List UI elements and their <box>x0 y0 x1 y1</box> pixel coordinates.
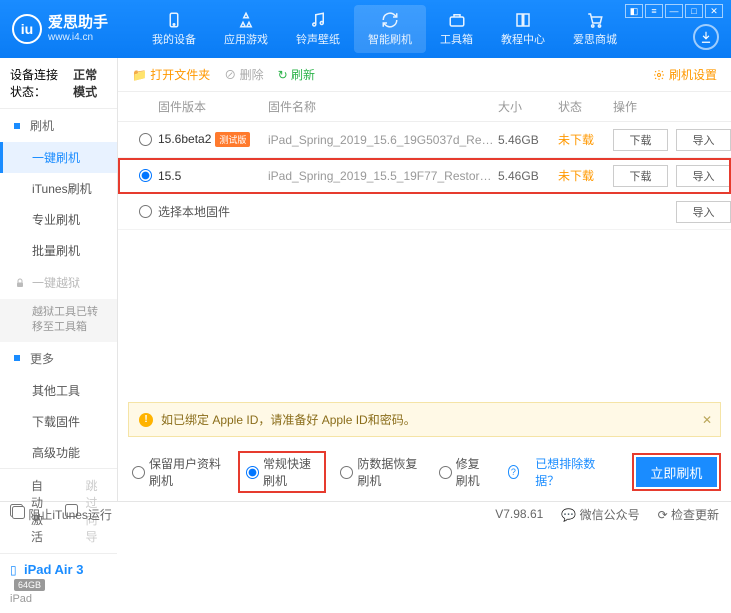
version-label: V7.98.61 <box>495 507 543 521</box>
block-itunes-option[interactable]: 阻止iTunes运行 <box>12 506 112 523</box>
sidebar-item-other-tools[interactable]: 其他工具 <box>0 375 117 406</box>
flash-settings-link[interactable]: 刷机设置 <box>653 66 717 83</box>
exclude-data-link[interactable]: 已想排除数据？ <box>535 455 603 489</box>
cart-icon <box>586 11 604 29</box>
square-icon <box>14 355 20 361</box>
opt-anti-recovery[interactable]: 防数据恢复刷机 <box>340 455 422 489</box>
jailbreak-moved-note: 越狱工具已转移至工具箱 <box>0 299 117 342</box>
block-itunes-checkbox[interactable] <box>12 506 25 519</box>
win-max[interactable]: □ <box>685 4 703 18</box>
table-header: 固件版本 固件名称 大小 状态 操作 <box>118 92 731 122</box>
nav-store[interactable]: 爱思商城 <box>559 5 631 53</box>
sidebar-item-itunes-flash[interactable]: iTunes刷机 <box>0 173 117 204</box>
import-button[interactable]: 导入 <box>676 129 731 151</box>
firmware-radio[interactable] <box>139 169 152 182</box>
win-skin[interactable]: ◧ <box>625 4 643 18</box>
titlebar: iu 爱思助手 www.i4.cn 我的设备 应用游戏 铃声壁纸 智能刷机 工具… <box>0 0 731 58</box>
sidebar-item-download-firmware[interactable]: 下载固件 <box>0 406 117 437</box>
gear-icon <box>653 69 665 81</box>
download-manager-button[interactable] <box>693 24 719 50</box>
beta-badge: 测试版 <box>215 132 250 147</box>
sidebar-item-oneclick-flash[interactable]: 一键刷机 <box>0 142 117 173</box>
refresh-icon <box>381 11 399 29</box>
firmware-row-selected[interactable]: 15.5 iPad_Spring_2019_15.5_19F77_Restore… <box>118 158 731 194</box>
tablet-icon: ▯ <box>10 563 17 577</box>
check-update-link[interactable]: ⟳ 检查更新 <box>658 506 719 523</box>
logo-icon: iu <box>12 14 42 44</box>
nav-tutorials[interactable]: 教程中心 <box>487 5 559 53</box>
delete-link[interactable]: ⊘ 删除 <box>224 66 263 83</box>
firmware-radio[interactable] <box>139 133 152 146</box>
opt-keep-data[interactable]: 保留用户资料刷机 <box>132 455 224 489</box>
apple-id-alert: ! 如已绑定 Apple ID，请准备好 Apple ID和密码。 ✕ <box>128 402 721 437</box>
warning-icon: ! <box>139 413 153 427</box>
nav-my-device[interactable]: 我的设备 <box>138 5 210 53</box>
square-icon <box>14 123 20 129</box>
info-icon[interactable]: ? <box>508 465 520 479</box>
win-min[interactable]: — <box>665 4 683 18</box>
download-button[interactable]: 下载 <box>613 165 668 187</box>
refresh-link[interactable]: ↻ 刷新 <box>278 66 315 83</box>
sidebar-item-pro-flash[interactable]: 专业刷机 <box>0 204 117 235</box>
brand-url: www.i4.cn <box>48 32 108 43</box>
flash-now-button[interactable]: 立即刷机 <box>636 457 717 487</box>
device-info[interactable]: ▯ iPad Air 3 64GB iPad <box>0 553 117 613</box>
download-button[interactable]: 下载 <box>613 129 668 151</box>
opt-repair[interactable]: 修复刷机 <box>439 455 492 489</box>
flash-mode-options: 保留用户资料刷机 常规快速刷机 防数据恢复刷机 修复刷机 ? 已想排除数据？ 立… <box>118 443 731 501</box>
toolbar: 📁 打开文件夹 ⊘ 删除 ↻ 刷新 刷机设置 <box>118 58 731 92</box>
win-close[interactable]: ✕ <box>705 4 723 18</box>
sidebar-group-flash[interactable]: 刷机 <box>0 109 117 142</box>
firmware-row[interactable]: 15.6beta2测试版 iPad_Spring_2019_15.6_19G50… <box>118 122 731 158</box>
import-button[interactable]: 导入 <box>676 201 731 223</box>
lock-icon <box>14 277 26 289</box>
phone-icon <box>165 11 183 29</box>
sidebar-group-more[interactable]: 更多 <box>0 342 117 375</box>
sidebar-item-advanced[interactable]: 高级功能 <box>0 437 117 468</box>
sidebar-group-jailbreak[interactable]: 一键越狱 <box>0 266 117 299</box>
firmware-radio[interactable] <box>139 205 152 218</box>
download-icon <box>699 30 713 44</box>
window-controls: ◧ ≡ — □ ✕ <box>625 4 723 18</box>
nav-apps[interactable]: 应用游戏 <box>210 5 282 53</box>
sidebar-item-batch-flash[interactable]: 批量刷机 <box>0 235 117 266</box>
app-icon <box>237 11 255 29</box>
local-firmware-row[interactable]: 选择本地固件 导入 <box>118 194 731 230</box>
wechat-link[interactable]: 💬 微信公众号 <box>561 506 639 523</box>
nav-flash[interactable]: 智能刷机 <box>354 5 426 53</box>
toolbox-icon <box>448 11 466 29</box>
music-icon <box>309 11 327 29</box>
nav-bar: 我的设备 应用游戏 铃声壁纸 智能刷机 工具箱 教程中心 爱思商城 <box>138 5 631 53</box>
logo: iu 爱思助手 www.i4.cn <box>12 14 108 44</box>
alert-close[interactable]: ✕ <box>702 413 712 427</box>
brand-name: 爱思助手 <box>48 15 108 32</box>
import-button[interactable]: 导入 <box>676 165 731 187</box>
sidebar: 设备连接状态：正常模式 刷机 一键刷机 iTunes刷机 专业刷机 批量刷机 一… <box>0 58 118 501</box>
nav-ringtones[interactable]: 铃声壁纸 <box>282 5 354 53</box>
statusbar: 阻止iTunes运行 V7.98.61 💬 微信公众号 ⟳ 检查更新 <box>0 501 731 526</box>
main-panel: 📁 打开文件夹 ⊘ 删除 ↻ 刷新 刷机设置 固件版本 固件名称 大小 状态 操… <box>118 58 731 501</box>
nav-toolbox[interactable]: 工具箱 <box>426 5 487 53</box>
win-menu[interactable]: ≡ <box>645 4 663 18</box>
opt-normal-flash[interactable]: 常规快速刷机 <box>240 453 324 491</box>
connection-status: 设备连接状态：正常模式 <box>0 58 117 109</box>
open-folder-link[interactable]: 📁 打开文件夹 <box>132 66 210 83</box>
book-icon <box>514 11 532 29</box>
